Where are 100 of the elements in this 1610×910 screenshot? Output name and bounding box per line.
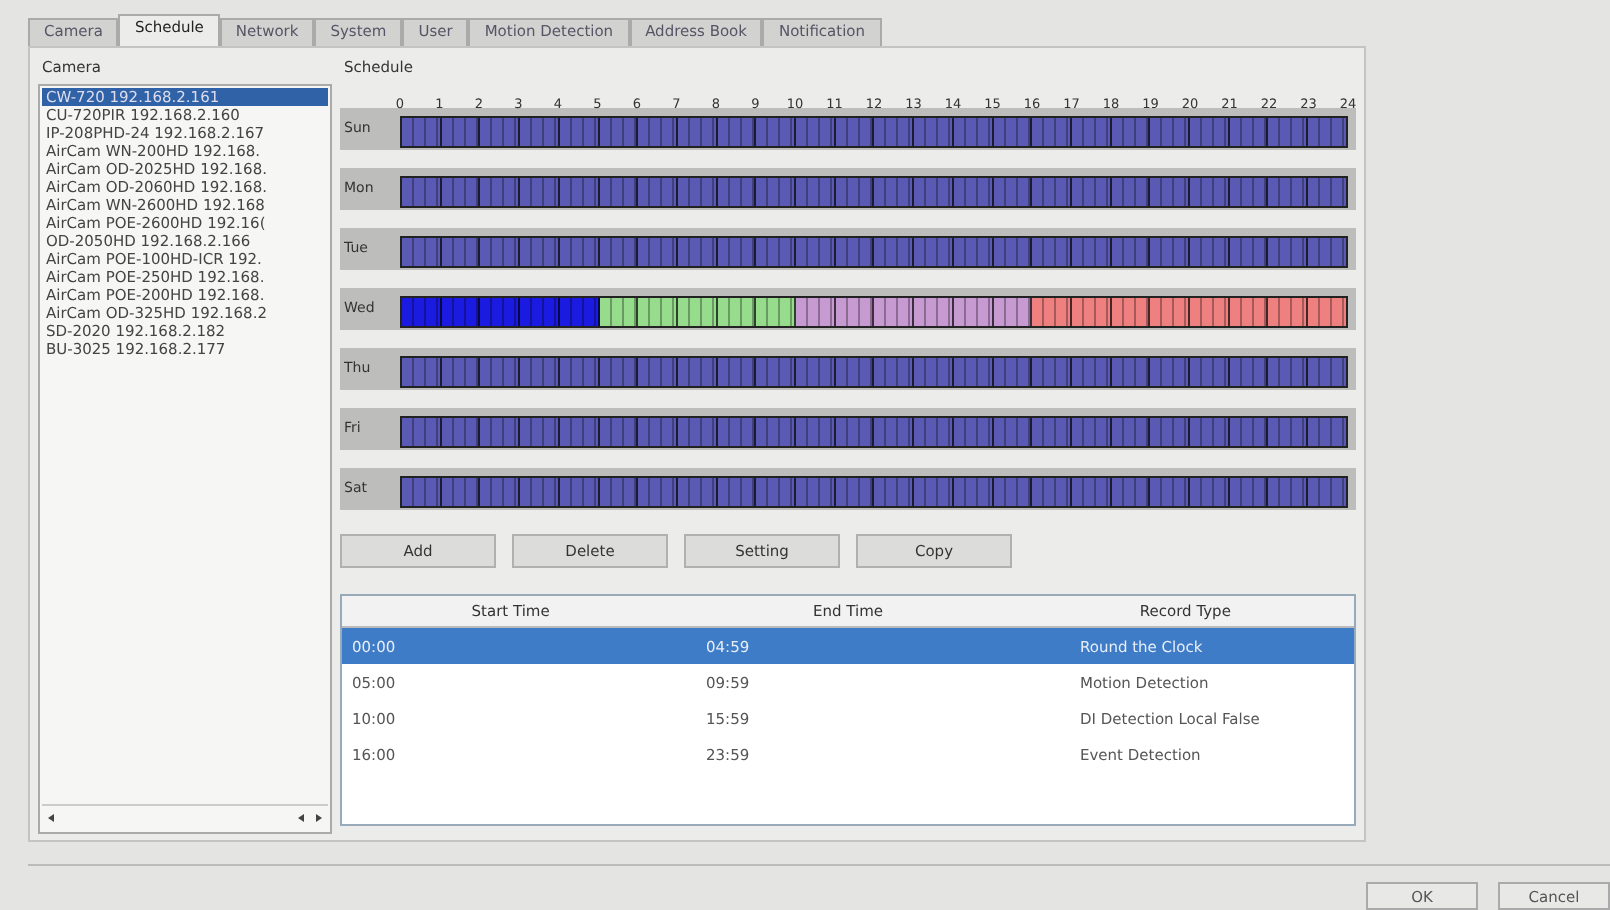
hour-cell[interactable] — [1190, 118, 1230, 146]
hour-cell[interactable] — [402, 298, 442, 326]
hour-cell[interactable] — [717, 238, 757, 266]
hour-cell[interactable] — [914, 298, 954, 326]
hour-cell[interactable] — [993, 298, 1033, 326]
hour-cell[interactable] — [559, 178, 600, 206]
schedule-bar[interactable] — [400, 296, 1348, 328]
hour-cell[interactable] — [1308, 178, 1346, 206]
hour-cell[interactable] — [914, 418, 954, 446]
hour-cell[interactable] — [1229, 238, 1269, 266]
hour-cell[interactable] — [717, 178, 757, 206]
hour-cell[interactable] — [756, 238, 797, 266]
hour-cell[interactable] — [1268, 418, 1309, 446]
hour-cell[interactable] — [638, 238, 678, 266]
hour-cell[interactable] — [1071, 418, 1112, 446]
hour-cell[interactable] — [1268, 358, 1309, 386]
left-arrow-icon[interactable] — [296, 812, 308, 824]
hour-cell[interactable] — [1190, 238, 1230, 266]
hour-cell[interactable] — [717, 298, 757, 326]
hour-cell[interactable] — [717, 358, 757, 386]
hour-cell[interactable] — [480, 238, 521, 266]
hour-cell[interactable] — [1268, 298, 1309, 326]
hour-cell[interactable] — [914, 478, 954, 506]
hour-cell[interactable] — [1268, 238, 1309, 266]
hour-cell[interactable] — [559, 118, 600, 146]
hour-cell[interactable] — [717, 118, 757, 146]
hour-cell[interactable] — [1229, 178, 1269, 206]
hour-cell[interactable] — [796, 358, 836, 386]
hour-cell[interactable] — [1071, 478, 1112, 506]
hour-cell[interactable] — [756, 298, 797, 326]
hour-cell[interactable] — [677, 178, 718, 206]
hour-cell[interactable] — [638, 358, 678, 386]
hour-cell[interactable] — [520, 358, 560, 386]
hour-cell[interactable] — [1111, 178, 1151, 206]
hour-cell[interactable] — [874, 418, 915, 446]
hour-cell[interactable] — [1150, 298, 1191, 326]
hour-cell[interactable] — [638, 418, 678, 446]
hour-cell[interactable] — [402, 358, 442, 386]
hour-cell[interactable] — [835, 118, 875, 146]
hour-cell[interactable] — [874, 118, 915, 146]
hour-cell[interactable] — [1150, 118, 1191, 146]
hour-cell[interactable] — [953, 418, 994, 446]
hour-cell[interactable] — [1032, 358, 1072, 386]
hour-cell[interactable] — [1268, 118, 1309, 146]
hour-cell[interactable] — [480, 298, 521, 326]
hour-cell[interactable] — [835, 478, 875, 506]
hour-cell[interactable] — [835, 238, 875, 266]
hour-cell[interactable] — [1032, 238, 1072, 266]
hour-cell[interactable] — [796, 298, 836, 326]
hour-cell[interactable] — [1268, 178, 1309, 206]
hour-cell[interactable] — [559, 358, 600, 386]
hour-cell[interactable] — [1071, 238, 1112, 266]
hour-cell[interactable] — [953, 358, 994, 386]
hour-cell[interactable] — [1032, 178, 1072, 206]
hour-cell[interactable] — [1268, 478, 1309, 506]
hour-cell[interactable] — [1032, 298, 1072, 326]
hour-cell[interactable] — [638, 298, 678, 326]
hour-cell[interactable] — [441, 298, 481, 326]
hour-cell[interactable] — [1071, 118, 1112, 146]
hour-cell[interactable] — [441, 478, 481, 506]
right-arrow-icon[interactable] — [312, 812, 324, 824]
hour-cell[interactable] — [953, 298, 994, 326]
hour-cell[interactable] — [520, 118, 560, 146]
hour-cell[interactable] — [1308, 418, 1346, 446]
hour-cell[interactable] — [1229, 298, 1269, 326]
hour-cell[interactable] — [677, 298, 718, 326]
hour-cell[interactable] — [993, 238, 1033, 266]
hour-cell[interactable] — [638, 178, 678, 206]
hour-cell[interactable] — [520, 298, 560, 326]
hour-cell[interactable] — [953, 118, 994, 146]
hour-cell[interactable] — [1229, 478, 1269, 506]
hour-cell[interactable] — [1190, 418, 1230, 446]
hour-cell[interactable] — [1032, 478, 1072, 506]
hour-cell[interactable] — [1190, 478, 1230, 506]
hour-cell[interactable] — [874, 298, 915, 326]
hour-cell[interactable] — [1071, 178, 1112, 206]
hour-cell[interactable] — [1229, 418, 1269, 446]
hour-cell[interactable] — [1229, 118, 1269, 146]
hour-cell[interactable] — [756, 478, 797, 506]
hour-cell[interactable] — [441, 358, 481, 386]
hour-cell[interactable] — [402, 478, 442, 506]
hour-cell[interactable] — [1032, 418, 1072, 446]
hour-cell[interactable] — [677, 358, 718, 386]
hour-cell[interactable] — [1190, 178, 1230, 206]
hour-cell[interactable] — [914, 358, 954, 386]
hour-cell[interactable] — [1308, 118, 1346, 146]
hour-cell[interactable] — [993, 478, 1033, 506]
hour-cell[interactable] — [599, 418, 639, 446]
hour-cell[interactable] — [1308, 298, 1346, 326]
hour-cell[interactable] — [1150, 358, 1191, 386]
hour-cell[interactable] — [520, 178, 560, 206]
hour-cell[interactable] — [835, 298, 875, 326]
hour-cell[interactable] — [520, 478, 560, 506]
hour-cell[interactable] — [874, 358, 915, 386]
hour-cell[interactable] — [756, 358, 797, 386]
hour-cell[interactable] — [559, 238, 600, 266]
hour-cell[interactable] — [874, 178, 915, 206]
hour-cell[interactable] — [835, 358, 875, 386]
hour-cell[interactable] — [796, 238, 836, 266]
hour-cell[interactable] — [1111, 358, 1151, 386]
